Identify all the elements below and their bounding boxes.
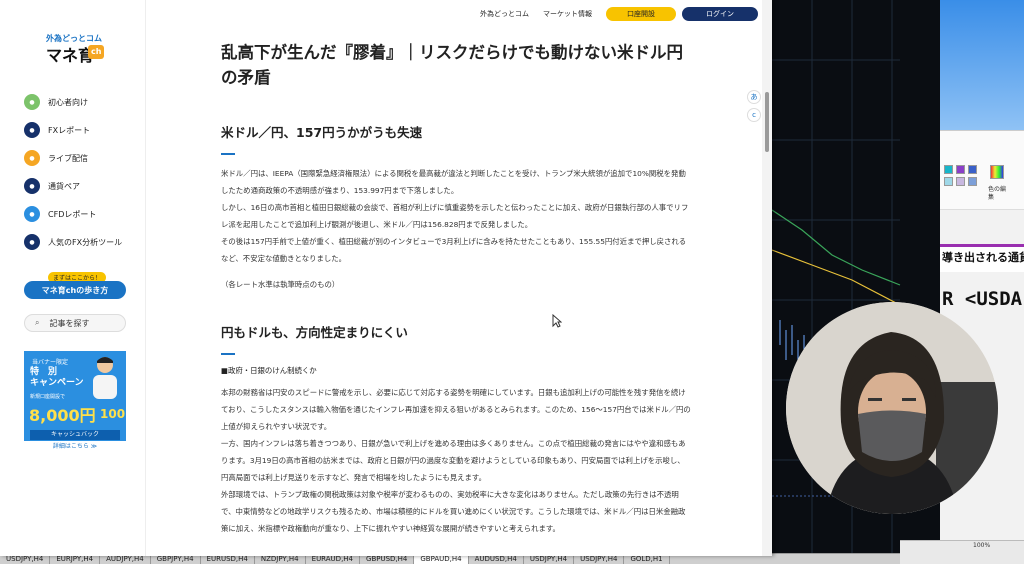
sidebar-item[interactable]: ● 通貨ペア [24, 172, 122, 200]
ad-details-link[interactable]: 詳細はこちら ≫ [24, 441, 126, 453]
sidebar-item[interactable]: ● FXレポート [24, 116, 122, 144]
sidebar-item-label: 人気のFX分析ツール [48, 237, 123, 247]
presenter-video [786, 302, 998, 514]
article-title: 乱高下が生んだ『膠着』｜リスクだらけでも動けない米ドル円の矛盾 [221, 43, 683, 87]
header-link-company[interactable]: 外為どっとコム [480, 9, 529, 19]
screen: 2.057502.047902.038502.029102.019702.010… [0, 0, 1024, 564]
site-logo[interactable]: マネ育 [46, 42, 94, 66]
color-wheel-icon[interactable] [990, 165, 1004, 179]
search-icon: ⌕ [35, 318, 40, 327]
ad-title-line2: キャンペーン [30, 378, 84, 388]
color-swatch[interactable] [968, 177, 977, 186]
sidebar-item[interactable]: ● 人気のFX分析ツール [24, 228, 122, 256]
sidebar-item[interactable]: ● CFDレポート [24, 200, 122, 228]
sidebar: 外為どっとコム マネ育 ch ● 初心者向け ● FXレポート ● ライブ配信 ● 通貨ペア ●… [0, 0, 146, 556]
color-swatch[interactable] [956, 177, 965, 186]
paragraph: 一方、国内インフレは落ち着きつつあり、日銀が急いで利上げを進める理由は多くありま… [221, 439, 686, 482]
ad-amount-secondary: 100 [100, 407, 126, 421]
tool-icon: ● [24, 234, 40, 250]
sidebar-item-label: FXレポート [48, 125, 91, 135]
sidebar-item[interactable]: ● 初心者向け [24, 88, 122, 116]
logo-mark-text: ch [91, 47, 102, 56]
section-heading: 円もドルも、方向性定まりにくい [221, 325, 408, 340]
webcam-overlay [786, 302, 998, 514]
report-icon: ● [24, 122, 40, 138]
ad-title: 特 別 キャンペーン [30, 367, 84, 389]
color-swatch[interactable] [944, 165, 953, 174]
extension-icon-glyph: c [752, 111, 756, 119]
heading-underline [221, 353, 235, 355]
heading-underline [221, 153, 235, 155]
rate-note: （各レート水準は執筆時点のもの） [221, 280, 340, 289]
ad-title-line1: 特 別 [30, 367, 58, 377]
translate-icon[interactable]: あ [747, 90, 761, 104]
ad-amount: 8,000円 [29, 406, 96, 425]
guide-button[interactable]: マネ育chの歩き方 [24, 281, 126, 299]
color-edit-label[interactable]: 色の編集 [988, 186, 1008, 202]
sidebar-item[interactable]: ● ライブ配信 [24, 144, 122, 172]
section-heading: 米ドル／円、157円うかがうも失速 [221, 125, 423, 140]
guide-button-label: マネ育chの歩き方 [41, 285, 109, 295]
slide-banner-text: 導き出される通貨 [942, 251, 1024, 264]
paragraph: 本邦の財務省は円安のスピードに警戒を示し、必要に応じて対応する姿勢を明確にしてい… [221, 388, 691, 431]
login-button[interactable]: ログイン [682, 7, 758, 21]
mouse-cursor-icon [552, 314, 562, 328]
paragraph: 外部環境では、トランプ政権の関税政策は対象や税率が変わるものの、実効税率に大きな… [221, 490, 686, 533]
slide-formula: R <USDA [942, 288, 1023, 310]
subheading: ■政府・日銀のけん制続くか [221, 366, 317, 375]
scrollbar-thumb[interactable] [765, 92, 769, 152]
browser-window: 外為どっとコム マネ育 ch ● 初心者向け ● FXレポート ● ライブ配信 ● 通貨ペア ●… [0, 0, 772, 556]
currency-icon: ● [24, 178, 40, 194]
ad-sub: 新規口座開設で [30, 394, 66, 400]
page-scrollbar[interactable] [762, 0, 772, 556]
sidebar-nav: ● 初心者向け ● FXレポート ● ライブ配信 ● 通貨ペア ● CFDレポート ● 人気のFX分析… [24, 88, 122, 256]
live-icon: ● [24, 150, 40, 166]
color-swatch[interactable] [968, 165, 977, 174]
desktop-background [940, 0, 1024, 130]
color-swatch[interactable] [944, 177, 953, 186]
system-tray [900, 540, 1024, 564]
color-ribbon [940, 130, 1024, 210]
article: 乱高下が生んだ『膠着』｜リスクだらけでも動けない米ドル円の矛盾 米ドル／円、15… [221, 40, 691, 537]
search-label: 記事を探す [49, 318, 90, 328]
ad-cashback: キャッシュバック [30, 430, 120, 440]
ad-person-image [93, 357, 117, 399]
campaign-banner[interactable]: 当バナー限定 特 別 キャンペーン 新規口座開設で 8,000円 100 キャッ… [24, 351, 126, 453]
color-swatch[interactable] [956, 165, 965, 174]
paragraph: しかし、16日の高市首相と植田日銀総裁の会談で、首相が利上げに慎重姿勢を示したと… [221, 203, 689, 229]
sidebar-item-label: ライブ配信 [48, 153, 88, 163]
logo-mark: ch [88, 45, 104, 59]
extension-icon[interactable]: c [747, 108, 761, 122]
translate-icon-glyph: あ [750, 93, 758, 101]
open-account-button[interactable]: 口座開設 [606, 7, 676, 21]
zoom-level: 100% [973, 542, 991, 549]
header-link-market[interactable]: マーケット情報 [543, 9, 592, 19]
header-nav: 外為どっとコム マーケット情報 口座開設 ログイン [480, 6, 758, 22]
cfd-icon: ● [24, 206, 40, 222]
article-search[interactable]: ⌕ 記事を探す [24, 314, 126, 332]
sidebar-item-label: CFDレポート [48, 209, 97, 219]
ad-top-text: 当バナー限定 [32, 359, 69, 366]
sprout-icon: ● [24, 94, 40, 110]
sidebar-item-label: 初心者向け [48, 97, 88, 107]
paragraph: 米ドル／円は、IEEPA（国際緊急経済権限法）による関税を最高裁が違法と判断した… [221, 169, 686, 195]
paragraph: その後は157円手前で上値が重く、植田総裁が別のインタビューで3月利上げに含みを… [221, 237, 687, 263]
sidebar-item-label: 通貨ペア [48, 181, 80, 191]
